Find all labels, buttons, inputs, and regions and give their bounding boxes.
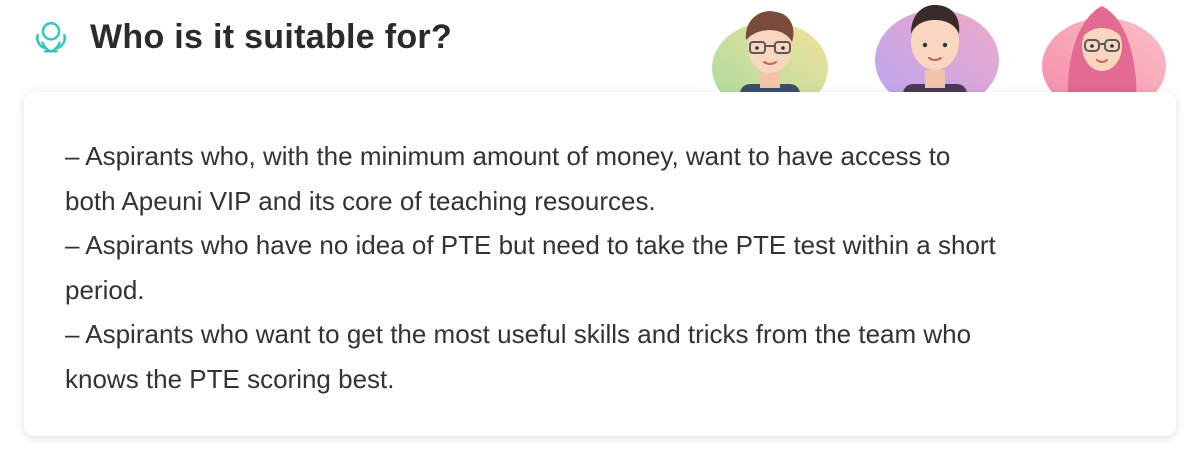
avatar-woman-hijab xyxy=(1042,6,1166,100)
avatar-man-bald xyxy=(875,4,999,100)
card-line: both Apeuni VIP and its core of teaching… xyxy=(65,185,656,216)
section-header: Who is it suitable for? xyxy=(32,18,452,57)
avatar-group xyxy=(700,0,1180,100)
card-line: knows the PTE scoring best. xyxy=(65,363,395,394)
card-line: – Aspirants who, with the minimum amount… xyxy=(65,141,951,171)
avatar-man-glasses xyxy=(712,11,828,100)
card-line: period. xyxy=(65,274,145,305)
card-line: – Aspirants who want to get the most use… xyxy=(65,319,972,349)
card-line: – Aspirants who have no idea of PTE but … xyxy=(65,230,996,260)
content-card: – Aspirants who, with the minimum amount… xyxy=(24,92,1176,436)
lotus-icon xyxy=(36,21,66,53)
page-title: Who is it suitable for? xyxy=(90,18,453,56)
